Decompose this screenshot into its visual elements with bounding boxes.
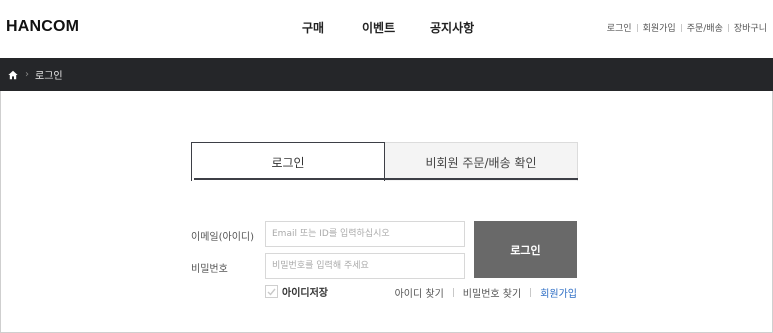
divider <box>530 288 532 297</box>
breadcrumb: › 로그인 <box>0 58 773 91</box>
breadcrumb-current: 로그인 <box>35 71 63 82</box>
remember-id-label: 아이디저장 <box>282 288 328 299</box>
password-field[interactable] <box>265 253 465 279</box>
find-id-link[interactable]: 아이디 찾기 <box>395 285 444 300</box>
checkmark-icon <box>267 288 276 296</box>
email-field[interactable] <box>265 221 465 247</box>
divider <box>636 23 638 32</box>
login-tabs: 로그인 비회원 주문/배송 확인 <box>191 142 578 181</box>
password-label: 비밀번호 <box>191 264 228 275</box>
divider <box>727 23 729 32</box>
account-links: 아이디 찾기 비밀번호 찾기 회원가입 <box>395 285 577 300</box>
signup-link[interactable]: 회원가입 <box>540 285 577 300</box>
divider <box>680 23 682 32</box>
utility-menu: 로그인 회원가입 주문/배송 장바구니 <box>607 21 767 34</box>
tab-login[interactable]: 로그인 <box>191 142 385 181</box>
login-button[interactable]: 로그인 <box>474 221 577 278</box>
util-signup-link[interactable]: 회원가입 <box>643 21 676 34</box>
nav-item-notice[interactable]: 공지사항 <box>430 19 474 36</box>
util-order-link[interactable]: 주문/배송 <box>687 21 723 34</box>
nav-item-event[interactable]: 이벤트 <box>362 19 395 36</box>
site-header: HANCOM 구매 이벤트 공지사항 로그인 회원가입 주문/배송 장바구니 <box>0 0 773 58</box>
tab-guest-order[interactable]: 비회원 주문/배송 확인 <box>385 142 578 181</box>
util-cart-link[interactable]: 장바구니 <box>734 21 767 34</box>
nav-item-purchase[interactable]: 구매 <box>302 19 324 36</box>
util-login-link[interactable]: 로그인 <box>607 21 632 34</box>
tabs-underline <box>194 178 578 180</box>
divider <box>452 288 454 297</box>
remember-id-checkbox[interactable]: 아이디저장 <box>265 284 328 299</box>
home-icon[interactable] <box>8 70 18 80</box>
find-password-link[interactable]: 비밀번호 찾기 <box>463 285 521 300</box>
checkbox-box[interactable] <box>265 285 278 298</box>
email-label: 이메일(아이디) <box>191 232 255 243</box>
chevron-right-icon: › <box>25 69 29 80</box>
